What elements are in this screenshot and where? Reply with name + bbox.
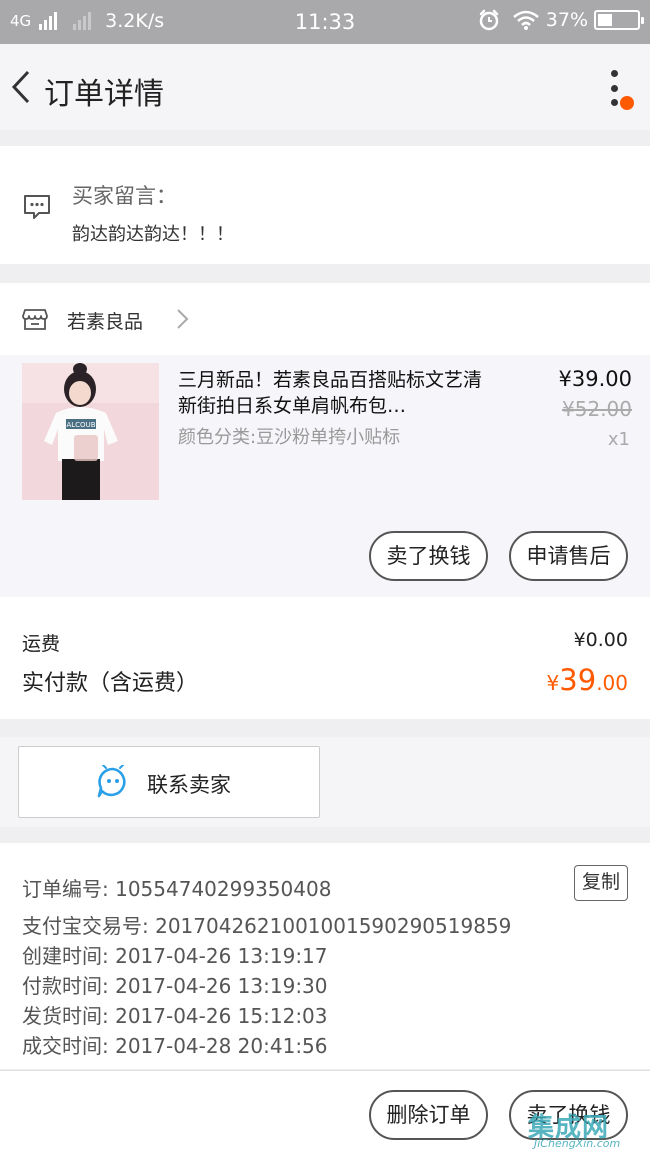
watermark-logo: 集成网 JiChengXin.com — [528, 1103, 646, 1153]
product-quantity: x1 — [607, 429, 630, 450]
alipay-trade-number: 支付宝交易号: 2017042621001001590290519859 — [22, 914, 512, 938]
paid-integer: 39 — [559, 663, 597, 697]
order-number: 订单编号: 10554740299350408 — [22, 877, 332, 901]
shipping-value: ¥0.00 — [573, 629, 628, 651]
footer-actions: 删除订单 卖了换钱 集成网 JiChengXin.com — [0, 1070, 650, 1155]
buyer-message-section: 买家留言： 韵达韵达韵达！！！ — [0, 146, 650, 264]
shop-header[interactable]: 若素良品 — [0, 283, 650, 355]
message-icon — [24, 195, 50, 219]
product-image[interactable]: ALCOUB — [22, 363, 159, 500]
paid-decimal: .00 — [596, 671, 628, 695]
product-photo: ALCOUB — [22, 363, 159, 500]
status-right: 37% — [478, 9, 644, 31]
watermark-url: JiChengXin.com — [534, 1137, 621, 1150]
paid-amount: ¥39.00 — [547, 663, 628, 697]
copy-button[interactable]: 复制 — [574, 865, 628, 901]
status-bar: 4G 3.2K/s 11:33 37% — [0, 0, 650, 44]
contact-seller-button[interactable]: 联系卖家 — [18, 746, 320, 818]
paid-time: 付款时间: 2017-04-26 13:19:30 — [22, 974, 328, 998]
shipped-time: 发货时间: 2017-04-26 15:12:03 — [22, 1004, 328, 1028]
paid-currency: ¥ — [546, 671, 560, 695]
shipping-label: 运费 — [22, 633, 61, 655]
wifi-icon — [512, 10, 539, 30]
product-price: ¥39.00 — [558, 367, 632, 391]
alarm-icon — [479, 9, 499, 31]
product-sku: 颜色分类:豆沙粉单挎小贴标 — [178, 427, 401, 448]
paid-label: 实付款（含运费） — [22, 671, 199, 696]
created-time: 创建时间: 2017-04-26 13:19:17 — [22, 944, 328, 968]
product-title[interactable]: 三月新品！若素良品百搭贴标文艺清新街拍日系女单肩帆布包… — [178, 367, 493, 419]
product-shirt-print: ALCOUB — [66, 421, 95, 429]
payment-summary: 运费 ¥0.00 实付款（含运费） ¥39.00 — [0, 597, 650, 719]
completed-time: 成交时间: 2017-04-28 20:41:56 — [22, 1034, 328, 1058]
contact-seller-label: 联系卖家 — [147, 773, 231, 797]
shop-icon — [22, 309, 48, 330]
delete-order-button[interactable]: 删除订单 — [369, 1090, 488, 1140]
contact-section: 联系卖家 — [0, 737, 650, 827]
battery-percent: 37% — [545, 9, 588, 31]
nav-bar: 订单详情 — [0, 44, 650, 130]
chevron-right-icon — [177, 309, 189, 329]
more-options-icon[interactable] — [608, 70, 620, 106]
sell-for-cash-button[interactable]: 卖了换钱 — [369, 531, 488, 581]
page-title: 订单详情 — [44, 77, 164, 112]
shop-name[interactable]: 若素良品 — [67, 307, 143, 334]
battery-icon — [594, 10, 644, 30]
buyer-message-label: 买家留言： — [72, 184, 177, 208]
chat-bubble-icon — [97, 765, 126, 798]
product-original-price: ¥52.00 — [562, 397, 632, 421]
buyer-message-text: 韵达韵达韵达！！！ — [72, 224, 234, 245]
back-icon[interactable] — [6, 66, 36, 108]
apply-after-sale-button[interactable]: 申请售后 — [509, 531, 628, 581]
notification-badge — [620, 96, 634, 110]
order-item[interactable]: ALCOUB 三月新品！若素良品百搭贴标文艺清新街拍日系女单肩帆布包… 颜色分类… — [0, 355, 650, 597]
order-info: 订单编号: 10554740299350408 复制 支付宝交易号: 20170… — [0, 843, 650, 1069]
